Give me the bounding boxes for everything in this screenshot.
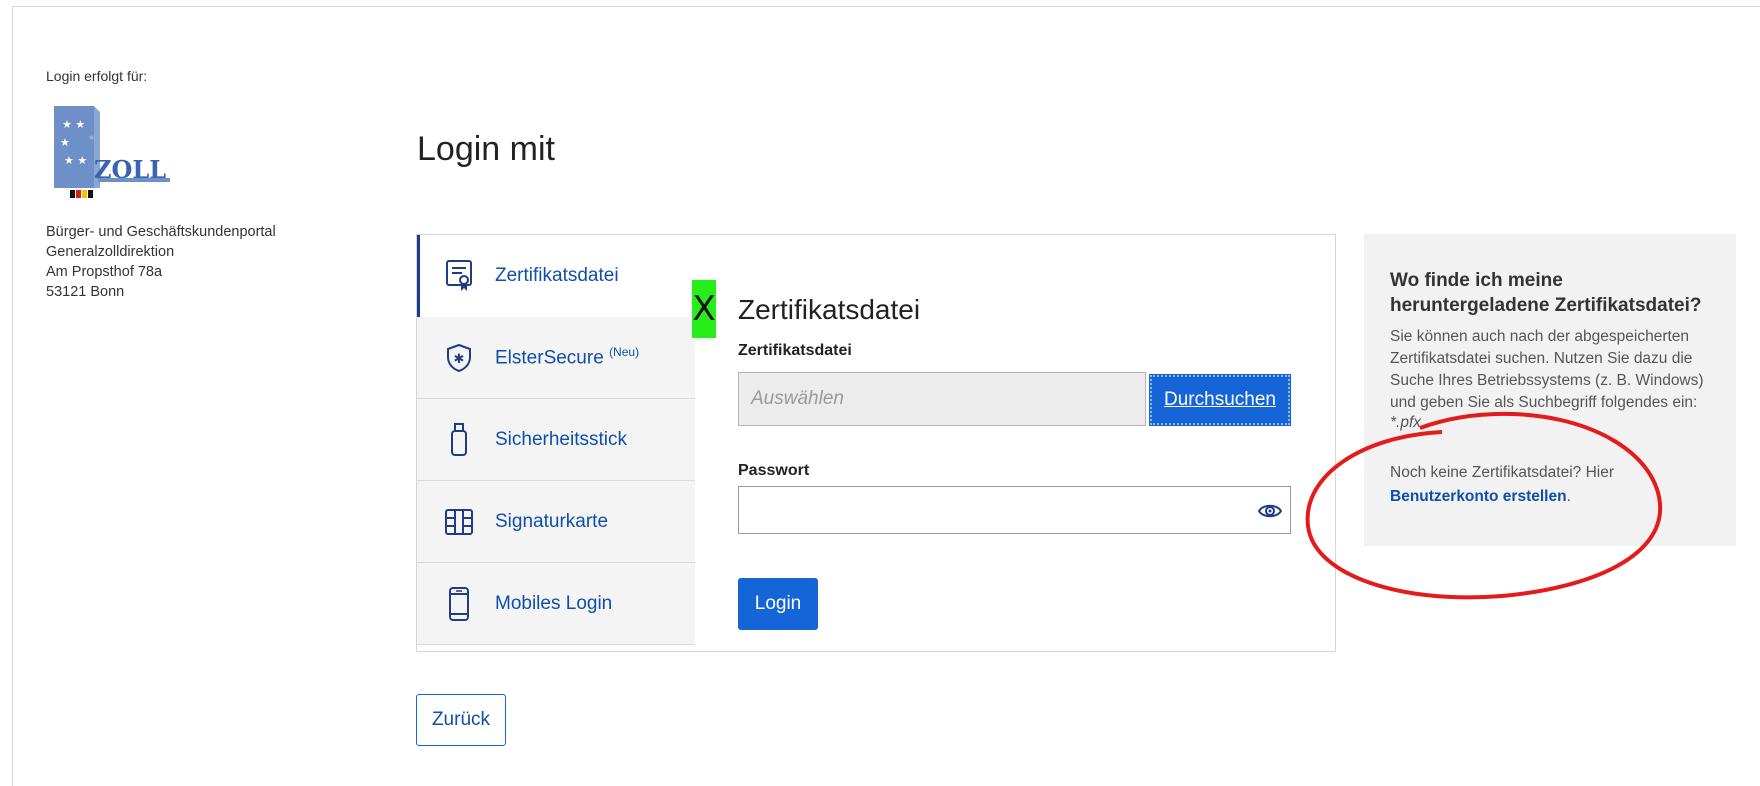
login-for-label: Login erfolgt für: [46, 68, 148, 84]
chip-card-icon [445, 504, 473, 540]
tab-label: Mobiles Login [495, 592, 613, 614]
form-title: Zertifikatsdatei [738, 294, 921, 325]
address-line: Bürger- und Geschäftskundenportal [46, 224, 276, 240]
tab-sicherheitsstick[interactable]: Sicherheitsstick [417, 399, 695, 481]
svg-text:★ ★: ★ ★ [62, 118, 85, 131]
help-box: Wo finde ich meine heruntergeladene Zert… [1364, 234, 1736, 546]
usb-stick-icon [445, 422, 473, 458]
certificate-file-input[interactable]: Auswählen [738, 372, 1146, 426]
show-password-icon[interactable] [1258, 499, 1282, 523]
help-title: Wo finde ich meine heruntergeladene Zert… [1390, 270, 1702, 316]
address-line: 53121 Bonn [46, 284, 125, 300]
svg-text:★: ★ [88, 133, 95, 142]
tab-label: Sicherheitsstick [495, 428, 627, 450]
zoll-logo: ★ ★ ★ ★ ★ ★ ZOLL [54, 106, 170, 198]
password-field[interactable] [738, 486, 1291, 534]
mobile-phone-icon [445, 586, 473, 622]
svg-text:★: ★ [60, 136, 70, 149]
x-marker: X [692, 280, 716, 338]
certificate-icon [445, 258, 473, 294]
login-method-tabs: Zertifikatsdatei ✱ ElsterSecure (Neu) Si… [417, 235, 695, 651]
new-badge: (Neu) [609, 345, 640, 360]
tab-label: Signaturkarte [495, 510, 609, 532]
svg-text:★ ★: ★ ★ [64, 154, 87, 167]
search-term: *.pfx [1390, 414, 1422, 431]
page-title: Login mit [417, 130, 555, 168]
address-line: Am Propsthof 78a [46, 264, 163, 280]
tab-label: ElsterSecure [495, 347, 604, 369]
create-account-link[interactable]: Benutzerkonto erstellen [1390, 488, 1567, 505]
no-certificate-note: Noch keine Zertifikatsdatei? Hier [1390, 464, 1614, 481]
help-text: Sie können auch nach der abgespeicherten… [1390, 328, 1704, 411]
svg-text:✱: ✱ [454, 352, 465, 367]
password-field-label: Passwort [738, 462, 810, 479]
tab-label: Zertifikatsdatei [495, 265, 619, 286]
browse-button[interactable]: Durchsuchen [1149, 374, 1291, 426]
tab-elstersecure[interactable]: ✱ ElsterSecure (Neu) [417, 317, 695, 399]
tab-zertifikatsdatei[interactable]: Zertifikatsdatei [417, 235, 695, 317]
address-line: Generalzolldirektion [46, 244, 175, 260]
back-button[interactable]: Zurück [416, 694, 506, 746]
file-field-label: Zertifikatsdatei [738, 342, 852, 359]
link-suffix: . [1566, 488, 1571, 505]
tab-mobiles-login[interactable]: Mobiles Login [417, 563, 695, 645]
tab-signaturkarte[interactable]: Signaturkarte [417, 481, 695, 563]
shield-star-icon: ✱ [445, 340, 473, 376]
address-block: Bürger- und Geschäftskundenportal Genera… [46, 222, 276, 302]
login-button[interactable]: Login [738, 578, 818, 630]
